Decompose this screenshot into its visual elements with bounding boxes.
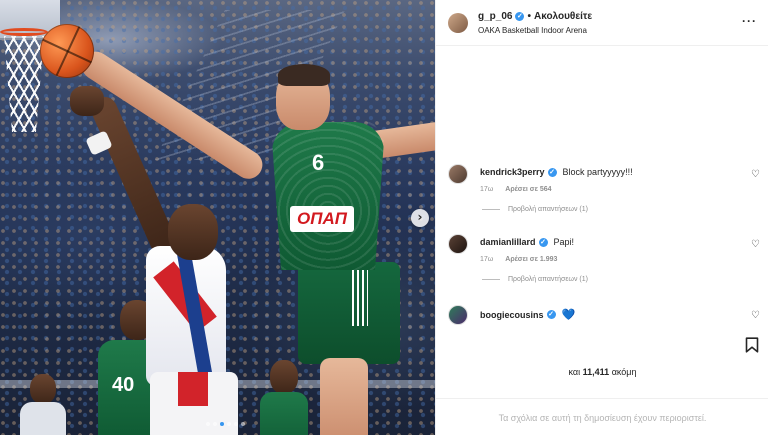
jersey-sponsor: OΠAΠ xyxy=(290,206,354,232)
heart-outline-icon[interactable]: ♡ xyxy=(751,170,761,180)
comment-avatar[interactable] xyxy=(448,305,468,325)
carousel-dot xyxy=(234,422,238,426)
post-header: g_p_06 ✓ • Ακολουθείτε OAKA Basketball I… xyxy=(436,0,768,46)
post-side-panel: g_p_06 ✓ • Ακολουθείτε OAKA Basketball I… xyxy=(435,0,768,435)
owner-avatar[interactable] xyxy=(448,13,468,33)
heart-outline-icon[interactable]: ♡ xyxy=(751,240,761,250)
basketball xyxy=(40,24,94,78)
blocker-leg xyxy=(320,358,368,435)
verified-badge-icon: ✓ xyxy=(515,12,525,21)
carousel-dot xyxy=(227,422,231,426)
view-replies-label: Προβολή απαντήσεων (1) xyxy=(508,276,588,283)
blocker-hair xyxy=(278,64,330,86)
carousel-dot xyxy=(241,422,245,426)
replies-divider xyxy=(482,209,500,210)
replies-divider xyxy=(482,279,500,280)
carousel-dot xyxy=(206,422,210,426)
owner-username[interactable]: g_p_06 xyxy=(478,11,512,22)
comment-avatar[interactable] xyxy=(448,164,468,184)
likes-summary[interactable]: και 11,411 ακόμη xyxy=(436,367,768,377)
carousel-dot xyxy=(220,422,224,426)
post-photo[interactable]: 40 6 OΠAΠ › xyxy=(0,0,435,435)
view-replies-button[interactable]: Προβολή απαντήσεων (1) xyxy=(482,206,588,213)
shooter-head xyxy=(168,204,218,260)
green-jersey: 6 OΠAΠ xyxy=(272,122,384,270)
comment-likes[interactable]: Αρέσει σε 564 xyxy=(505,186,551,193)
likes-suffix: ακόμη xyxy=(611,367,637,377)
owner-line: g_p_06 ✓ • Ακολουθείτε xyxy=(478,11,592,22)
chevron-right-icon[interactable]: › xyxy=(411,209,429,227)
comment-time[interactable]: 17ω xyxy=(480,186,493,193)
likes-count: 11,411 xyxy=(582,367,610,377)
post-location[interactable]: OAKA Basketball Indoor Arena xyxy=(478,26,587,35)
shooter-hand xyxy=(70,86,104,116)
jersey-number-back: 40 xyxy=(112,374,135,396)
comments-restricted-notice: Τα σχόλια σε αυτή τη δημοσίευση έχουν πε… xyxy=(498,413,707,423)
background-player-green xyxy=(260,360,308,435)
bookmark-icon[interactable] xyxy=(745,337,759,353)
comment-text: Papi! xyxy=(553,237,575,247)
comment-avatar[interactable] xyxy=(448,234,468,254)
following-button[interactable]: Ακολουθείτε xyxy=(534,11,592,22)
ellipsis-icon[interactable]: ··· xyxy=(742,14,757,28)
verified-badge-icon: ✓ xyxy=(546,310,556,319)
white-jersey xyxy=(146,246,226,386)
blue-heart-emoji: 💙 xyxy=(561,309,576,321)
background-player-white xyxy=(20,374,66,435)
basketball-rim xyxy=(0,28,48,36)
carousel-dots xyxy=(206,422,245,426)
comment-username[interactable]: damianlillard xyxy=(480,237,536,247)
verified-badge-icon: ✓ xyxy=(538,237,548,247)
separator-dot: • xyxy=(527,11,531,22)
comment-text: Block partyyyyy!!! xyxy=(562,167,633,177)
comment-username[interactable]: boogiecousins xyxy=(480,310,544,320)
view-replies-label: Προβολή απαντήσεων (1) xyxy=(508,206,588,213)
jersey-number-front: 6 xyxy=(312,150,325,175)
comments-footer: Τα σχόλια σε αυτή τη δημοσίευση έχουν πε… xyxy=(436,398,768,435)
carousel-dot xyxy=(213,422,217,426)
green-shorts xyxy=(298,262,400,364)
comment-likes[interactable]: Αρέσει σε 1.993 xyxy=(505,256,557,263)
verified-badge-icon: ✓ xyxy=(547,167,557,177)
view-replies-button[interactable]: Προβολή απαντήσεων (1) xyxy=(482,276,588,283)
comment-time[interactable]: 17ω xyxy=(480,256,493,263)
likes-prefix: και xyxy=(568,367,581,377)
comment-username[interactable]: kendrick3perry xyxy=(480,167,545,177)
heart-outline-icon[interactable]: ♡ xyxy=(751,311,761,321)
